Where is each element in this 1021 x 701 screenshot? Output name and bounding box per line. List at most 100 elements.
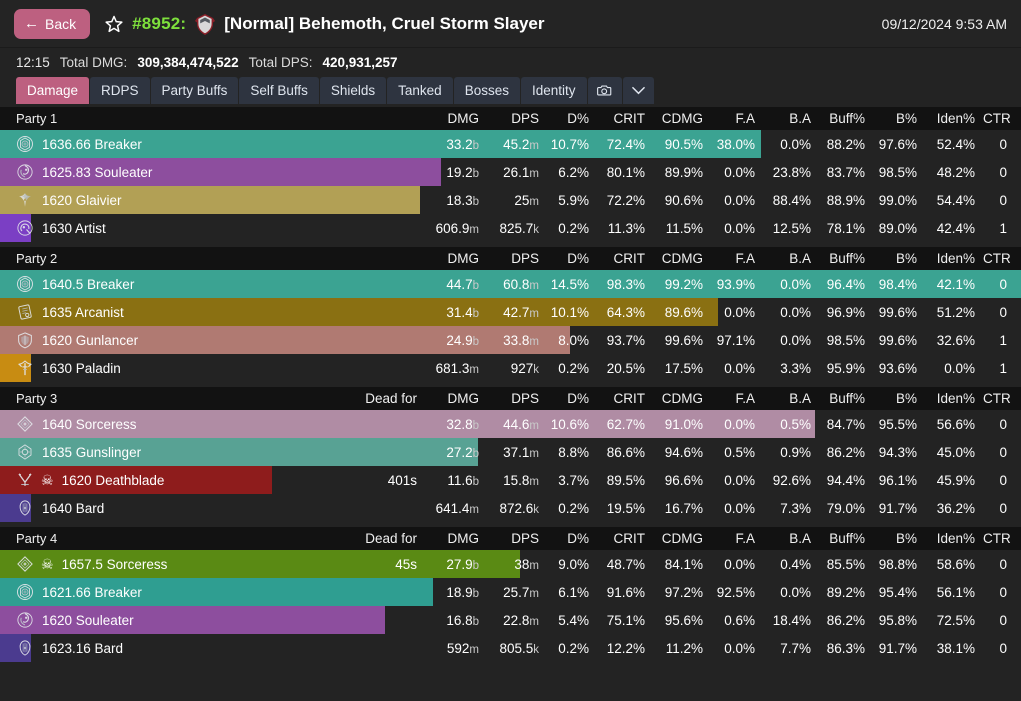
camera-icon[interactable] (587, 77, 622, 104)
tab-self-buffs[interactable]: Self Buffs (239, 77, 319, 104)
table-row[interactable]: 1620 Gunlancer 24.9b 33.8m 8.0% 93.7% 99.6% 97… (0, 326, 1021, 354)
tab-bosses[interactable]: Bosses (453, 77, 520, 104)
column-header-buff[interactable]: Buff% (819, 111, 873, 126)
table-row[interactable]: 1640 Bard 641.4m 872.6k 0.2% 19.5% 16.7% 0.0% 7… (0, 494, 1021, 522)
table-row[interactable]: 1620 Souleater 16.8b 22.8m 5.4% 75.1% 95.6% 0.… (0, 606, 1021, 634)
cell-dmg-unit: b (472, 419, 479, 432)
tab-damage[interactable]: Damage (16, 77, 90, 104)
cell-b: 98.4% (878, 276, 917, 292)
tab-rdps[interactable]: RDPS (90, 77, 150, 104)
tab-identity[interactable]: Identity (520, 77, 587, 104)
table-row[interactable]: 1635 Arcanist 31.4b 42.7m 10.1% 64.3% 89.6% 0.… (0, 298, 1021, 326)
column-header-crit[interactable]: CRIT (597, 391, 653, 406)
bard-icon (16, 499, 34, 517)
column-header-buff[interactable]: Buff% (819, 251, 873, 266)
column-header-dmg[interactable]: DMG (425, 391, 487, 406)
table-row[interactable]: 1625.83 Souleater 19.2b 26.1m 6.2% 80.1% 89.9… (0, 158, 1021, 186)
column-header-b[interactable]: B% (873, 111, 925, 126)
column-header-crit[interactable]: CRIT (597, 531, 653, 546)
column-header-dead-for[interactable]: Dead for (339, 391, 425, 406)
column-header-ba[interactable]: B.A (763, 391, 819, 406)
table-row[interactable]: 1640 Sorceress 32.8b 44.6m 10.6% 62.7% 91.0% 0… (0, 410, 1021, 438)
column-header-fa[interactable]: F.A (711, 251, 763, 266)
stat-cell-group: 33.2b 45.2m 10.7% 72.4% 90.5% 38.0% 0.0% 88.2% 9… (425, 137, 1021, 152)
cell-ctr: 0 (999, 612, 1007, 628)
column-header-dmg[interactable]: DMG (425, 251, 487, 266)
cell-iden: 58.6% (936, 556, 975, 572)
column-header-crit[interactable]: CRIT (597, 251, 653, 266)
column-header-cdmg[interactable]: CDMG (653, 531, 711, 546)
column-header-cdmg[interactable]: CDMG (653, 391, 711, 406)
meter-app: ← Back #8952: [Normal] Behemoth, Cruel S… (0, 0, 1021, 701)
table-row[interactable]: 1636.66 Breaker 33.2b 45.2m 10.7% 72.4% 90.5%… (0, 130, 1021, 158)
chevron-down-icon[interactable] (622, 77, 654, 104)
table-row[interactable]: 1621.66 Breaker 18.9b 25.7m 6.1% 91.6% 97.2% 9… (0, 578, 1021, 606)
column-header-dps[interactable]: DPS (487, 251, 547, 266)
column-header-buff[interactable]: Buff% (819, 531, 873, 546)
column-header-dead-for[interactable]: Dead for (339, 531, 425, 546)
column-header-buff[interactable]: Buff% (819, 391, 873, 406)
column-header-ba[interactable]: B.A (763, 251, 819, 266)
table-row[interactable]: 1623.16 Bard 592m 805.5k 0.2% 12.2% 11.2% 0.0%… (0, 634, 1021, 662)
column-header-cdmg[interactable]: CDMG (653, 251, 711, 266)
column-header-fa[interactable]: F.A (711, 111, 763, 126)
cell-dps-unit: m (529, 167, 539, 180)
cell-crit: 64.3% (606, 304, 645, 320)
stat-cell-group: 44.7b 60.8m 14.5% 98.3% 99.2% 93.9% 0.0% 96.4% 9… (425, 277, 1021, 292)
table-row[interactable]: ☠ 1657.5 Sorceress 45s 27.9b 38m 9.0% 48.7% 84.… (0, 550, 1021, 578)
cell-ctr: 0 (999, 444, 1007, 460)
table-row[interactable]: 1640.5 Breaker 44.7b 60.8m 14.5% 98.3% 99.2% 9… (0, 270, 1021, 298)
cell-dmg: 27.9b (425, 557, 487, 572)
column-header-dpct[interactable]: D% (547, 531, 597, 546)
table-row[interactable]: 1620 Glaivier 18.3b 25m 5.9% 72.2% 90.6% 0.0% 8… (0, 186, 1021, 214)
column-header-ctr[interactable]: CTR (983, 251, 1021, 266)
tab-party-buffs[interactable]: Party Buffs (150, 77, 239, 104)
cell-crit: 86.6% (606, 444, 645, 460)
column-header-ctr[interactable]: CTR (983, 391, 1021, 406)
column-header-iden[interactable]: Iden% (925, 391, 983, 406)
column-header-fa[interactable]: F.A (711, 391, 763, 406)
tab-bar: Damage RDPS Party Buffs Self Buffs Shields Ta… (0, 77, 1021, 104)
player-name: 1636.66 Breaker (42, 136, 142, 152)
back-button[interactable]: ← Back (14, 8, 91, 39)
column-header-iden[interactable]: Iden% (925, 111, 983, 126)
column-header-dps[interactable]: DPS (487, 111, 547, 126)
cell-dmg: 44.7b (425, 277, 487, 292)
table-row[interactable]: 1630 Paladin 681.3m 927k 0.2% 20.5% 17.5% 0.0%… (0, 354, 1021, 382)
column-header-b[interactable]: B% (873, 531, 925, 546)
table-row[interactable]: ☠ 1620 Deathblade 401s 11.6b 15.8m 3.7% 89.5% 9… (0, 466, 1021, 494)
column-header-dmg[interactable]: DMG (425, 531, 487, 546)
souleater-icon (16, 611, 34, 629)
column-header-ctr[interactable]: CTR (983, 111, 1021, 126)
party-header: Party 2 DMG DPS D% CRIT CDMG F.A B.A Buff% B% Iden… (0, 247, 1021, 270)
cell-dpct: 9.0% (558, 556, 589, 572)
column-header-iden[interactable]: Iden% (925, 251, 983, 266)
tab-shields[interactable]: Shields (319, 77, 387, 104)
table-row[interactable]: 1635 Gunslinger 27.2b 37.1m 8.8% 86.6% 94.6% 0… (0, 438, 1021, 466)
column-header-dps[interactable]: DPS (487, 531, 547, 546)
row-content: ☠ 1657.5 Sorceress 45s 27.9b 38m 9.0% 48.7% 84.… (0, 555, 1021, 573)
column-header-iden[interactable]: Iden% (925, 531, 983, 546)
party-header: Party 4 Dead for DMG DPS D% CRIT CDMG F.A B.A Buf… (0, 527, 1021, 550)
tab-tanked[interactable]: Tanked (387, 77, 453, 104)
column-header-cdmg[interactable]: CDMG (653, 111, 711, 126)
row-content: 1630 Artist 606.9m 825.7k 0.2% 11.3% 11.5% 0.0… (0, 219, 1021, 237)
column-header-dpct[interactable]: D% (547, 251, 597, 266)
column-header-b[interactable]: B% (873, 391, 925, 406)
column-header-dpct[interactable]: D% (547, 111, 597, 126)
column-header-dps[interactable]: DPS (487, 391, 547, 406)
table-row[interactable]: 1630 Artist 606.9m 825.7k 0.2% 11.3% 11.5% 0.0… (0, 214, 1021, 242)
cell-dmg-unit: b (472, 447, 479, 460)
column-header-ba[interactable]: B.A (763, 111, 819, 126)
cell-dmg: 11.6b (425, 473, 487, 488)
column-header-ba[interactable]: B.A (763, 531, 819, 546)
column-header-fa[interactable]: F.A (711, 531, 763, 546)
star-icon[interactable] (104, 14, 124, 34)
column-header-ctr[interactable]: CTR (983, 531, 1021, 546)
cell-ctr: 0 (999, 276, 1007, 292)
column-header-b[interactable]: B% (873, 251, 925, 266)
column-header-crit[interactable]: CRIT (597, 111, 653, 126)
column-header-dmg[interactable]: DMG (425, 111, 487, 126)
column-header-dpct[interactable]: D% (547, 391, 597, 406)
player-name: 1620 Gunlancer (42, 332, 139, 348)
